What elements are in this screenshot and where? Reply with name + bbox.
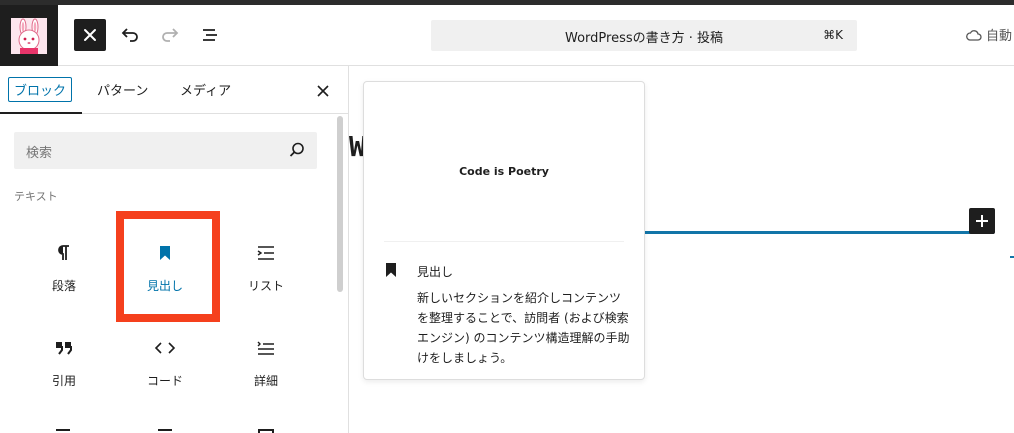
redo-icon — [162, 28, 179, 42]
site-logo-button[interactable] — [0, 5, 58, 66]
block-item-details[interactable]: 詳細 — [221, 316, 311, 406]
preview-block-name: 見出し — [417, 265, 454, 279]
add-block-button[interactable] — [969, 208, 995, 234]
autosave-label: 自動 — [986, 29, 1013, 44]
document-title: WordPressの書き方 · 投稿 — [564, 31, 724, 46]
search-icon — [289, 142, 304, 157]
close-icon — [317, 85, 329, 97]
editor-header: WordPressの書き方 · 投稿 ⌘K 自動 — [0, 5, 1014, 66]
preview-divider — [384, 241, 624, 242]
command-palette-bar[interactable]: WordPressの書き方 · 投稿 ⌘K — [431, 20, 857, 51]
block-item-paragraph[interactable]: 段落 — [19, 221, 109, 311]
inserter-tabs: ブロック パターン メディア — [0, 66, 348, 114]
block-search-input[interactable]: 検索 — [14, 132, 317, 169]
block-item-list[interactable]: リスト — [221, 221, 311, 311]
quote-icon — [19, 336, 109, 360]
partial-block-icon — [258, 429, 274, 433]
block-label: リスト — [247, 279, 284, 293]
block-item-code[interactable]: コード — [120, 316, 210, 406]
close-icon — [84, 29, 96, 41]
search-placeholder: 検索 — [26, 146, 53, 161]
list-view-icon — [203, 29, 217, 41]
highlight-annotation-box — [116, 211, 220, 322]
preview-block-description: 新しいセクションを紹介しコンテンツを整理することで、訪問者 (および検索エンジン… — [417, 291, 630, 365]
redo-button[interactable] — [154, 19, 186, 51]
heading-bookmark-icon — [386, 263, 396, 277]
close-inserter-button[interactable] — [74, 19, 106, 51]
tab-patterns[interactable]: パターン — [97, 80, 148, 99]
preview-sample-heading: Code is Poetry — [459, 165, 549, 178]
tab-blocks[interactable]: ブロック — [8, 77, 73, 102]
document-overview-button[interactable] — [194, 19, 226, 51]
selected-block-outline — [629, 231, 994, 234]
block-preview-popover: Code is Poetry 見出し 新しいセクションを紹介しコンテンツを整理す… — [363, 81, 645, 380]
undo-button[interactable] — [114, 19, 146, 51]
block-item-quote[interactable]: 引用 — [19, 316, 109, 406]
bunny-avatar-icon — [11, 17, 47, 54]
partial-block-icon — [56, 429, 70, 433]
block-label: コード — [146, 374, 183, 388]
details-icon — [221, 336, 311, 360]
block-inserter-panel: ブロック パターン メディア 検索 テキスト 段落 見出し リスト 引用 コード… — [0, 66, 349, 433]
cloud-icon — [966, 29, 982, 41]
paragraph-icon — [19, 241, 109, 265]
category-label: テキスト — [14, 190, 58, 203]
close-panel-button[interactable] — [313, 81, 333, 101]
block-label: 詳細 — [253, 374, 278, 388]
code-icon — [120, 336, 210, 360]
plus-icon — [976, 215, 988, 227]
tab-media[interactable]: メディア — [180, 80, 231, 99]
active-tab-indicator — [0, 112, 82, 114]
block-label: 引用 — [51, 374, 76, 388]
partial-block-icon — [158, 429, 172, 433]
autosave-indicator[interactable]: 自動 — [966, 25, 1012, 44]
block-label: 段落 — [51, 279, 76, 293]
inserter-scrollbar[interactable] — [337, 116, 343, 292]
command-shortcut: ⌘K — [823, 28, 843, 42]
canvas-edge-mark — [1010, 256, 1014, 258]
list-icon — [221, 241, 311, 265]
undo-icon — [121, 28, 138, 42]
